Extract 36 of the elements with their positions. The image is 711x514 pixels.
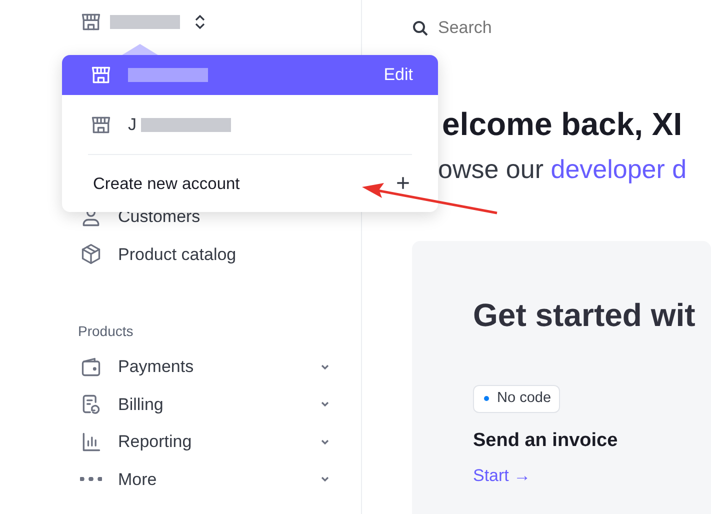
- tag-dot-icon: [484, 396, 489, 402]
- add-button[interactable]: +: [396, 172, 410, 196]
- tag-label: No code: [497, 389, 552, 408]
- box-icon: [80, 243, 102, 266]
- bar-chart-icon: [80, 430, 102, 453]
- welcome-heading: elcome back, XI: [442, 105, 684, 144]
- sidebar-item[interactable]: Reporting: [0, 423, 361, 460]
- edit-link[interactable]: Edit: [384, 62, 413, 88]
- card-title: Get started wit: [473, 296, 696, 335]
- sidebar-item[interactable]: More: [0, 460, 361, 498]
- account-name: J: [128, 114, 136, 136]
- search-icon: [412, 20, 428, 36]
- sidebar-item-label: Product catalog: [118, 244, 238, 266]
- sidebar-item-label: Billing: [118, 394, 164, 416]
- redacted-name: [110, 14, 180, 28]
- store-icon: [90, 114, 112, 136]
- invoice-icon: [80, 393, 102, 416]
- sidebar-item[interactable]: Billing: [0, 386, 361, 423]
- account-item[interactable]: Edit: [62, 55, 438, 95]
- section-heading: Products: [77, 322, 134, 341]
- start-link[interactable]: Start →: [473, 463, 531, 489]
- search-field[interactable]: Search: [436, 14, 636, 42]
- docs-link[interactable]: developer d: [550, 154, 687, 184]
- task-title: Send an invoice: [473, 428, 619, 453]
- sidebar-item[interactable]: Payments: [0, 348, 361, 386]
- sidebar-item-label: More: [118, 468, 158, 490]
- sidebar-item-label: Payments: [118, 356, 195, 378]
- sidebar-item[interactable]: Product catalog: [0, 236, 361, 273]
- wallet-icon: [80, 356, 102, 378]
- more-icon: [80, 477, 102, 482]
- subtitle-text: owse our: [438, 154, 544, 184]
- create-account-label: Create new account: [93, 174, 241, 195]
- store-icon: [90, 64, 112, 86]
- sidebar-item-label: Reporting: [118, 431, 193, 453]
- chevron-icon: [193, 12, 207, 30]
- account-item[interactable]: J: [62, 105, 438, 145]
